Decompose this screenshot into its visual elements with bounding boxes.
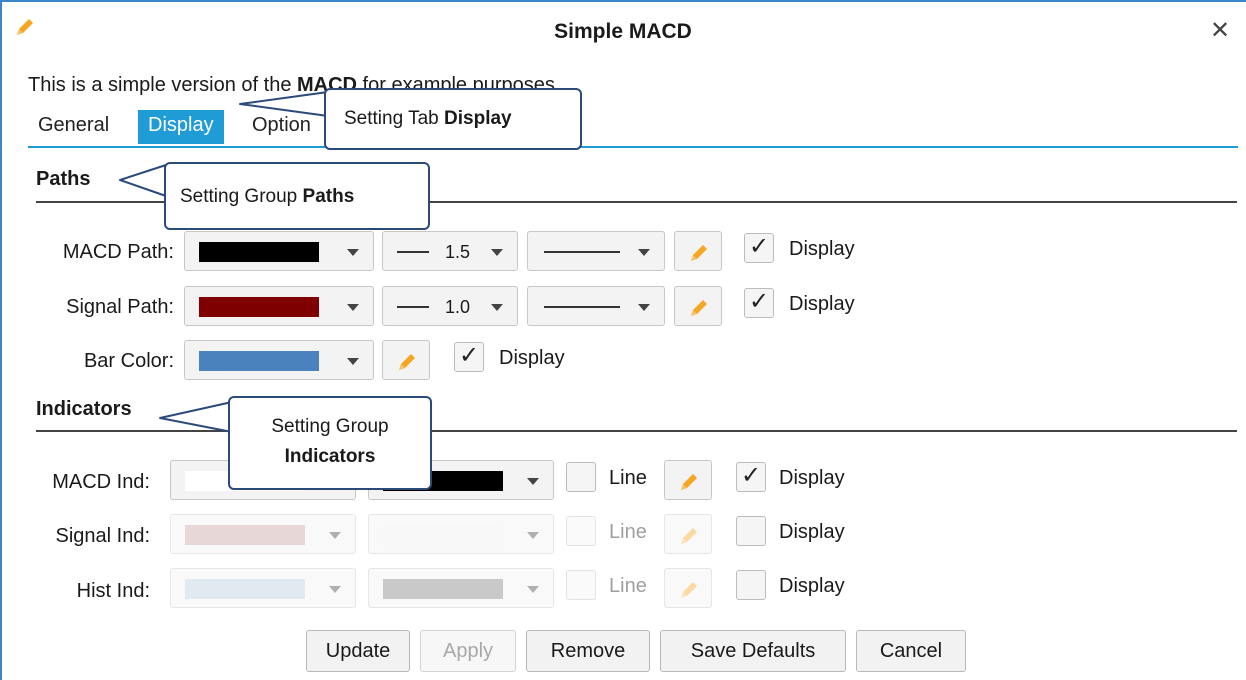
callout-setting-tab: Setting Tab Display xyxy=(324,88,582,150)
callout-tab-bold: Display xyxy=(444,108,512,129)
callout-indicators-bold: Indicators xyxy=(284,446,376,467)
callout-paths-bold: Paths xyxy=(302,186,355,207)
callout-indicators-line1: Setting Group xyxy=(271,416,389,437)
callout-pointers xyxy=(119,91,329,433)
callout-setting-group-indicators: Setting Group Indicators xyxy=(228,396,432,490)
callout-setting-group-paths: Setting Group Paths xyxy=(164,162,430,230)
callout-tab-text: Setting Tab xyxy=(344,108,445,129)
callout-paths-text: Setting Group xyxy=(180,186,303,207)
